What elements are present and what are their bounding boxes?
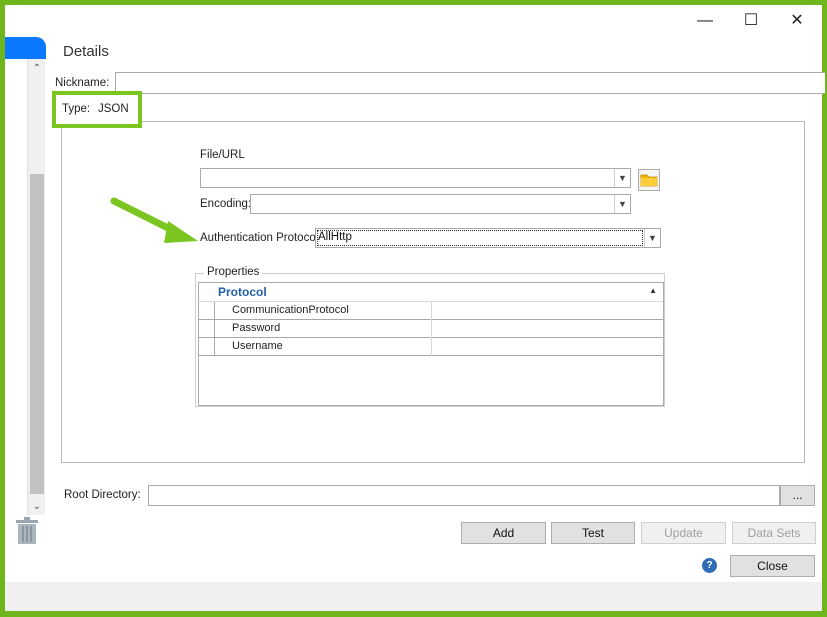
folder-icon — [640, 174, 658, 187]
chevron-down-icon: ⌄ — [32, 501, 42, 512]
annotation-arrow-icon — [110, 197, 198, 243]
property-category[interactable]: Protocol ▲ — [199, 283, 663, 302]
minimize-button[interactable]: — — [695, 13, 715, 29]
connection-list-panel: ⌃ ⌄ — [5, 37, 46, 515]
chevron-down-icon[interactable]: ▼ — [644, 229, 660, 247]
encoding-combobox[interactable]: ▼ — [250, 194, 631, 214]
auth-protocol-label: Authentication Protocol — [200, 232, 319, 244]
close-icon: ✕ — [790, 12, 804, 29]
collapse-icon[interactable]: ▲ — [649, 286, 657, 295]
type-highlight-box: Type: JSON — [52, 91, 142, 128]
properties-legend: Properties — [204, 266, 263, 278]
scrollbar-thumb[interactable] — [30, 174, 44, 494]
root-directory-input[interactable] — [148, 485, 780, 506]
vertical-scrollbar[interactable]: ⌃ ⌄ — [27, 59, 45, 515]
minimize-icon: — — [697, 12, 713, 29]
chevron-down-icon[interactable]: ▼ — [614, 195, 630, 213]
trash-icon[interactable] — [15, 517, 39, 545]
dialog-window: — ☐ ✕ ⌃ ⌄ Details Nickname: Type: JSON F… — [5, 5, 825, 611]
scroll-up-button[interactable]: ⌃ — [28, 61, 46, 77]
type-value: JSON — [98, 103, 129, 115]
data-sets-button[interactable]: Data Sets — [732, 522, 816, 544]
properties-group: Properties Protocol ▲ CommunicationProto… — [195, 266, 665, 407]
auth-protocol-combobox[interactable]: AllHttp ▼ — [315, 228, 661, 248]
property-row[interactable]: Password — [199, 320, 663, 338]
root-directory-label: Root Directory: — [64, 489, 141, 501]
browse-directory-button[interactable]: ... — [780, 485, 815, 506]
add-button[interactable]: Add — [461, 522, 546, 544]
auth-protocol-value: AllHttp — [318, 231, 352, 243]
property-row[interactable]: CommunicationProtocol — [199, 302, 663, 320]
file-url-combobox[interactable]: ▼ — [200, 168, 631, 188]
nickname-input[interactable] — [115, 72, 825, 94]
type-label: Type: — [62, 103, 91, 115]
encoding-label: Encoding: — [200, 198, 252, 210]
property-name: CommunicationProtocol — [232, 304, 349, 316]
category-label: Protocol — [218, 285, 267, 299]
nickname-label: Nickname: — [55, 77, 110, 89]
test-button[interactable]: Test — [551, 522, 635, 544]
maximize-button[interactable]: ☐ — [741, 13, 761, 29]
browse-file-button[interactable] — [638, 169, 660, 191]
chevron-up-icon: ⌃ — [32, 63, 42, 74]
close-window-button[interactable]: ✕ — [787, 13, 807, 29]
help-icon[interactable]: ? — [702, 558, 717, 573]
close-button[interactable]: Close — [730, 555, 815, 577]
property-grid[interactable]: Protocol ▲ CommunicationProtocol Passwor… — [198, 282, 664, 406]
property-name: Password — [232, 322, 281, 334]
scroll-down-button[interactable]: ⌄ — [28, 499, 46, 515]
selected-connection-tab[interactable] — [5, 37, 46, 59]
status-strip — [5, 582, 822, 611]
file-url-label: File/URL — [200, 149, 245, 161]
property-name: Username — [232, 340, 283, 352]
property-row[interactable]: Username — [199, 338, 663, 356]
chevron-down-icon[interactable]: ▼ — [614, 169, 630, 187]
maximize-icon: ☐ — [743, 12, 759, 29]
update-button[interactable]: Update — [641, 522, 726, 544]
details-title: Details — [63, 43, 109, 60]
